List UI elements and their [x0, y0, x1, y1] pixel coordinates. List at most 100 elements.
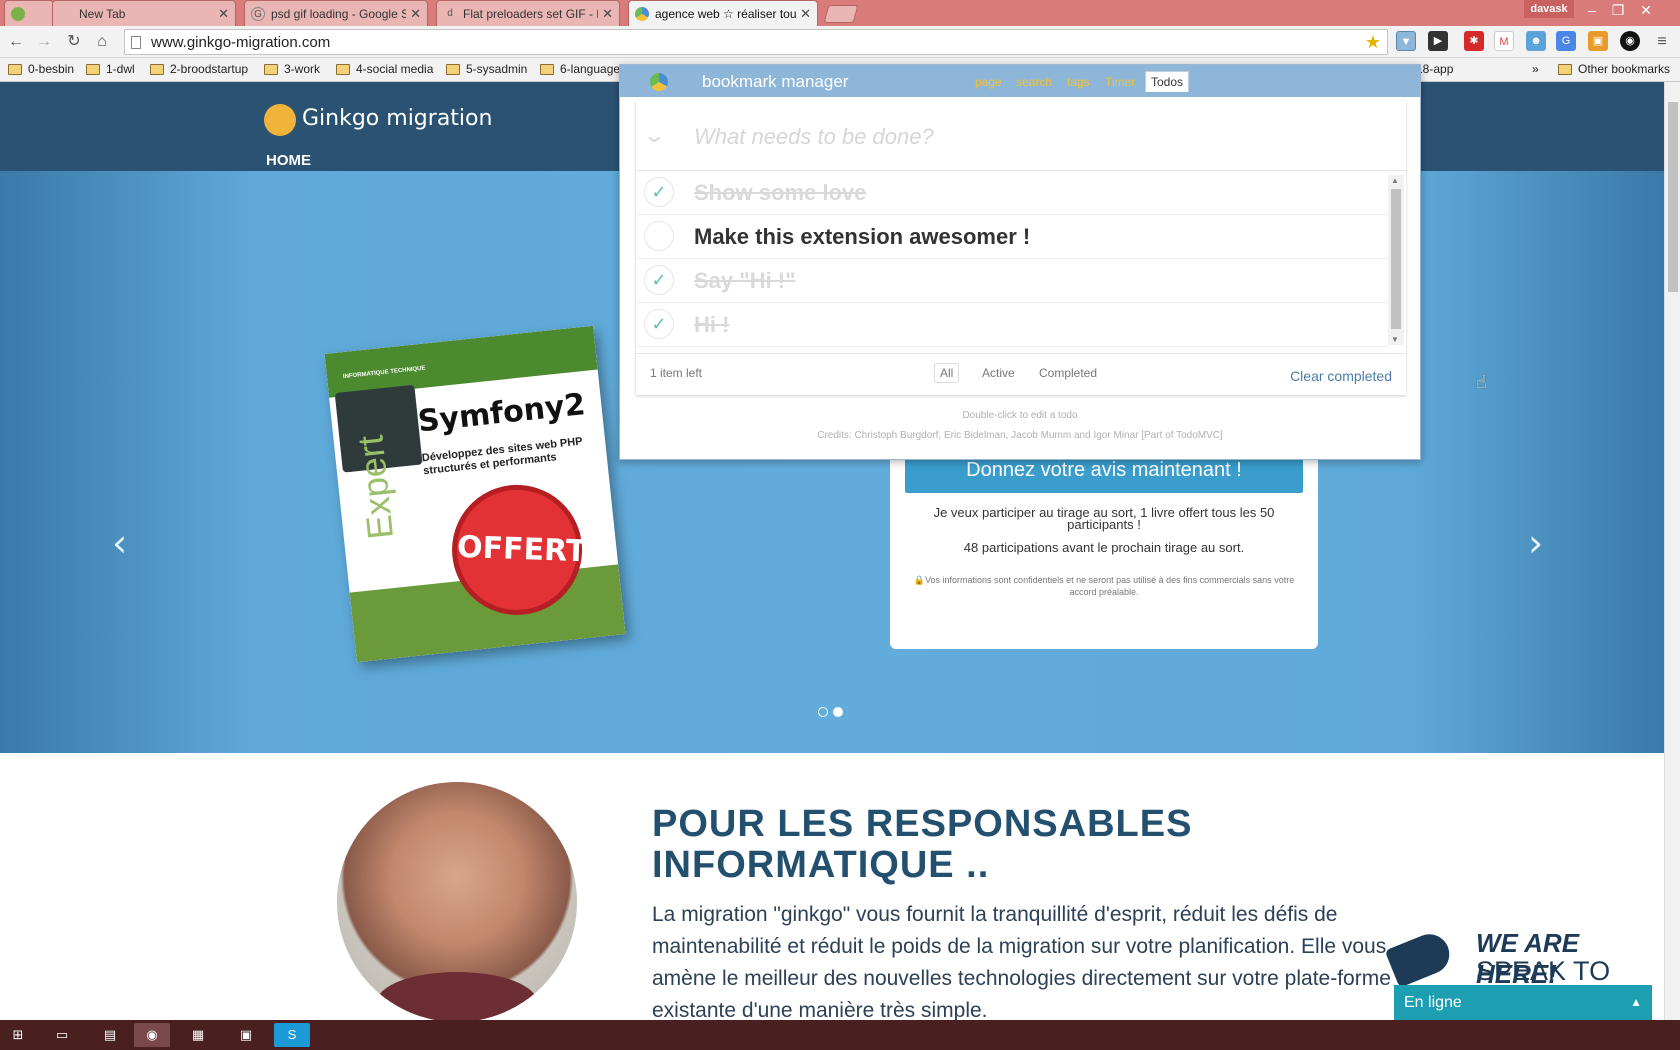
extension-icon[interactable]: ▣	[1588, 31, 1608, 51]
tab-flat-preloaders[interactable]: d Flat preloaders set GIF - Fr ✕	[436, 0, 620, 26]
site-brand[interactable]: Ginkgo migration	[302, 106, 492, 131]
remote-desktop-icon[interactable]: ▤	[92, 1023, 128, 1047]
color-picker-icon[interactable]: ◉	[1620, 31, 1640, 51]
tab-label: New Tab	[79, 6, 126, 21]
new-tab-button[interactable]	[823, 5, 859, 23]
bookmark-folder[interactable]: 1-dwl	[86, 62, 135, 76]
carousel-dot-2[interactable]	[833, 707, 843, 717]
restore-icon[interactable]: ❐	[1604, 0, 1632, 20]
todo-text: Make this extension awesomer !	[694, 224, 1031, 249]
raffle-text: Je veux participer au tirage au sort, 1 …	[933, 505, 1275, 532]
bookmark-folder[interactable]: 2-broodstartup	[150, 62, 248, 76]
clear-completed-button[interactable]: Clear completed	[1290, 368, 1392, 384]
new-todo-input[interactable]	[694, 121, 1354, 153]
popup-tab-timer[interactable]: Timer	[1105, 75, 1135, 89]
close-icon[interactable]: ✕	[602, 6, 613, 22]
bookmark-folder[interactable]: 18-app	[1416, 62, 1453, 76]
folder-icon	[150, 63, 164, 75]
windows-start-icon[interactable]: ⊞	[0, 1023, 36, 1047]
tab-google-search[interactable]: Gpsd gif loading - Google S ✕	[244, 0, 428, 26]
bookmark-folder[interactable]: 0-besbin	[8, 62, 74, 76]
bookmark-folder[interactable]: 5-sysadmin	[446, 62, 527, 76]
checkmark-icon[interactable]: ✓	[644, 309, 674, 339]
folder-icon	[8, 63, 22, 75]
bookmark-label: 1-dwl	[106, 62, 135, 76]
bookmark-folder[interactable]: 3-work	[264, 62, 320, 76]
todo-item[interactable]: ✓ Say "Hi !"	[636, 259, 1388, 303]
profile-button[interactable]: davask	[1524, 0, 1574, 18]
lock-icon: 🔒	[913, 575, 926, 585]
google-icon: G	[251, 6, 265, 21]
scroll-up-icon[interactable]: ▲	[1391, 176, 1399, 185]
bookmark-folder[interactable]: 6-language	[540, 62, 620, 76]
chrome-icon[interactable]: ◉	[134, 1023, 170, 1047]
file-explorer-icon[interactable]: ▣	[228, 1023, 264, 1047]
bookmark-label: 2-broodstartup	[170, 62, 249, 76]
todo-text: Hi !	[694, 312, 730, 337]
nav-home-link[interactable]: HOME	[266, 152, 311, 169]
todo-scrollbar[interactable]: ▲ ▼	[1388, 175, 1404, 345]
back-icon[interactable]: ←	[6, 32, 26, 52]
filter-completed[interactable]: Completed	[1033, 363, 1103, 383]
filter-active[interactable]: Active	[976, 363, 1021, 383]
toggle-all-chevron-icon[interactable]: ⌄	[643, 123, 666, 148]
todo-panel: ⌄ ✓ Show some love Make this extension a…	[636, 101, 1406, 395]
scrollbar-thumb[interactable]	[1668, 102, 1678, 292]
bookmark-star-icon[interactable]: ★	[1365, 32, 1381, 53]
address-bar[interactable]: www.ginkgo-migration.com ★	[124, 29, 1388, 55]
todo-input-row: ⌄	[636, 101, 1406, 171]
todo-scrollbar-thumb[interactable]	[1391, 189, 1401, 329]
checkmark-icon[interactable]: ✓	[644, 265, 674, 295]
bookmark-folder[interactable]: Other bookmarks	[1558, 62, 1670, 76]
tab-label: psd gif loading - Google S	[271, 6, 407, 21]
carousel-dot-1[interactable]	[818, 707, 828, 717]
page-scrollbar[interactable]	[1664, 82, 1680, 1020]
close-icon[interactable]: ✕	[218, 6, 229, 22]
items-left-count: 1 item left	[650, 366, 703, 380]
translate-icon[interactable]: G	[1556, 31, 1576, 51]
popup-tab-todos[interactable]: Todos	[1145, 71, 1190, 92]
scroll-down-icon[interactable]: ▼	[1391, 335, 1399, 344]
ginkgo-logo-icon[interactable]	[264, 104, 296, 136]
todo-item[interactable]: Make this extension awesomer !	[636, 215, 1388, 259]
popup-tab-page[interactable]: page	[975, 75, 1002, 89]
tab-label: agence web ☆ réaliser tou	[655, 6, 797, 21]
filter-all[interactable]: All	[934, 363, 960, 383]
checkmark-icon[interactable]: ✓	[644, 177, 674, 207]
forward-icon[interactable]: →	[34, 32, 54, 52]
pushbullet-icon[interactable]: ▶	[1428, 31, 1448, 51]
skype-icon[interactable]: S	[274, 1023, 310, 1047]
chevron-up-icon[interactable]: ▲	[1630, 985, 1642, 1020]
ghost-icon[interactable]: ☻	[1526, 31, 1546, 51]
todo-item[interactable]: ✓ Hi !	[636, 303, 1388, 347]
bookmark-folder[interactable]: 4-social media	[336, 62, 433, 76]
carousel-next-icon[interactable]: ›	[1528, 521, 1543, 565]
blank-icon	[59, 7, 73, 21]
book-title: Symfony2	[416, 387, 587, 440]
tab-new-tab[interactable]: New Tab ✕	[52, 0, 236, 26]
bookmark-manager-extension-icon[interactable]: ▼	[1396, 31, 1416, 51]
checkbox-empty-icon[interactable]	[644, 221, 674, 251]
close-icon[interactable]: ✕	[410, 6, 421, 22]
editor-icon[interactable]: ▦	[180, 1023, 216, 1047]
live-chat-bar[interactable]: En ligne ▲	[1394, 985, 1652, 1020]
bookmarks-overflow-icon[interactable]: »	[1532, 62, 1539, 76]
gmail-icon[interactable]: M	[1494, 31, 1514, 51]
tab-ginkgo[interactable]: agence web ☆ réaliser tou ✕	[628, 0, 818, 26]
megaphone-icon	[1384, 928, 1456, 988]
home-icon[interactable]: ⌂	[92, 32, 112, 52]
tab-feather[interactable]	[4, 0, 54, 26]
folder-icon	[446, 63, 460, 75]
popup-tab-tags[interactable]: tags	[1067, 75, 1090, 89]
minimize-icon[interactable]: –	[1578, 0, 1606, 20]
carousel-prev-icon[interactable]: ‹	[112, 521, 127, 565]
browser-titlebar: New Tab ✕ Gpsd gif loading - Google S ✕ dF…	[0, 0, 1680, 26]
popup-tab-search[interactable]: search	[1016, 75, 1052, 89]
terminal-icon[interactable]: ▭	[44, 1023, 80, 1047]
menu-icon[interactable]: ≡	[1652, 32, 1672, 52]
todo-extension-icon[interactable]: ✱	[1464, 31, 1484, 51]
close-icon[interactable]: ✕	[800, 6, 811, 22]
reload-icon[interactable]: ↻	[64, 32, 84, 52]
close-window-icon[interactable]: ✕	[1632, 0, 1660, 20]
todo-item[interactable]: ✓ Show some love	[636, 171, 1388, 215]
